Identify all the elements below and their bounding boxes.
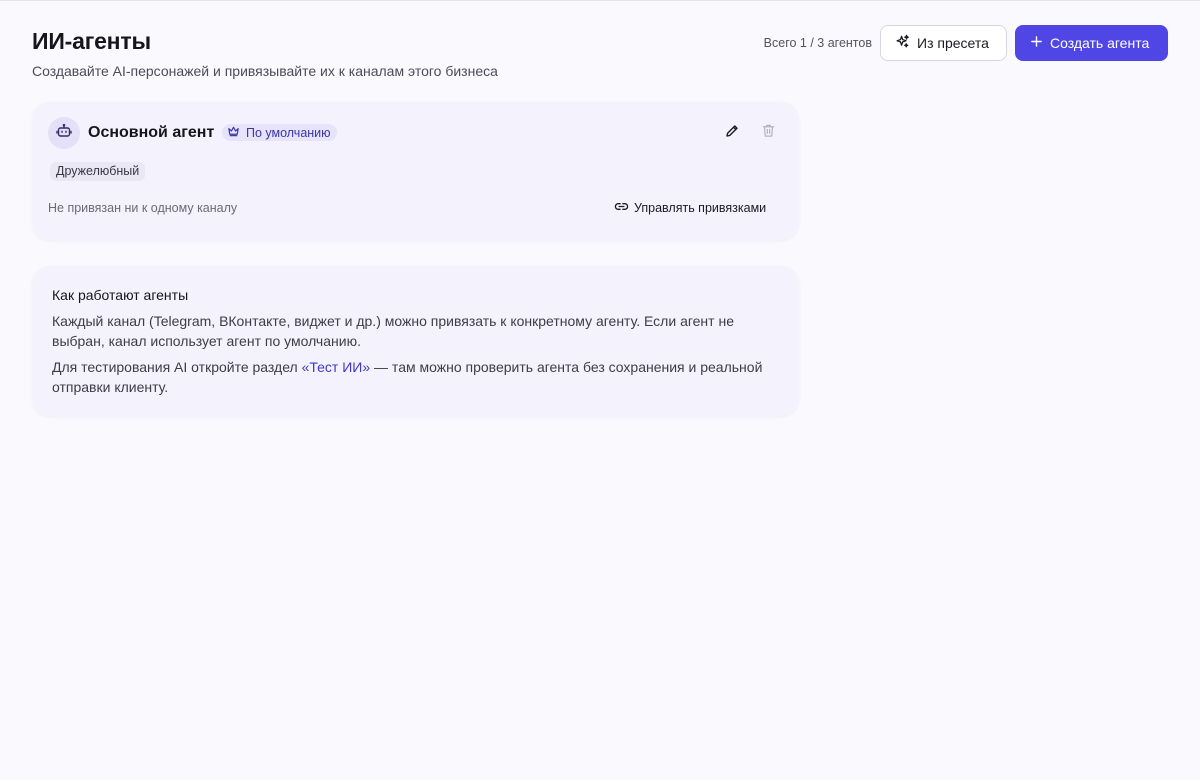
trash-icon xyxy=(761,123,776,143)
delete-agent-button[interactable] xyxy=(758,123,778,143)
test-ai-link[interactable]: «Тест ИИ» xyxy=(302,359,371,375)
create-agent-label: Создать агента xyxy=(1050,35,1150,51)
from-preset-button[interactable]: Из пресета xyxy=(880,25,1007,61)
info-paragraph-testing: Для тестирования AI откройте раздел «Тес… xyxy=(52,357,782,397)
info-title: Как работают агенты xyxy=(52,287,189,303)
edit-agent-button[interactable] xyxy=(722,123,742,143)
create-agent-button[interactable]: Создать агента xyxy=(1015,25,1168,61)
plus-icon xyxy=(1030,35,1043,51)
agent-card: Основной агент По умолчанию Дружелюбный … xyxy=(32,102,799,240)
top-divider xyxy=(0,0,1200,1)
page-subtitle: Создавайте AI-персонажей и привязывайте … xyxy=(32,63,498,79)
agent-avatar xyxy=(48,117,80,149)
link-icon xyxy=(614,199,629,217)
manage-bindings-label: Управлять привязками xyxy=(634,201,767,215)
header-actions: Всего 1 / 3 агентов Из пресета Создать а… xyxy=(764,25,1168,61)
crown-icon xyxy=(227,125,240,140)
manage-bindings-link[interactable]: Управлять привязками xyxy=(614,199,766,217)
info-card: Как работают агенты Каждый канал (Telegr… xyxy=(32,266,799,416)
page-title: ИИ-агенты xyxy=(32,28,151,54)
sparkles-icon xyxy=(895,34,910,52)
info-paragraph-channels: Каждый канал (Telegram, ВКонтакте, видже… xyxy=(52,313,734,349)
default-badge: По умолчанию xyxy=(222,124,337,141)
bot-icon xyxy=(56,123,72,144)
agent-count: Всего 1 / 3 агентов xyxy=(763,36,872,50)
info-testing-text: Для тестирования AI откройте раздел xyxy=(52,359,302,375)
agent-name: Основной агент xyxy=(88,124,215,141)
tone-tag: Дружелюбный xyxy=(50,162,146,181)
from-preset-label: Из пресета xyxy=(917,35,989,51)
pencil-icon xyxy=(724,123,740,144)
default-badge-label: По умолчанию xyxy=(246,125,331,140)
channels-status: Не привязан ни к одному каналу xyxy=(48,201,238,215)
